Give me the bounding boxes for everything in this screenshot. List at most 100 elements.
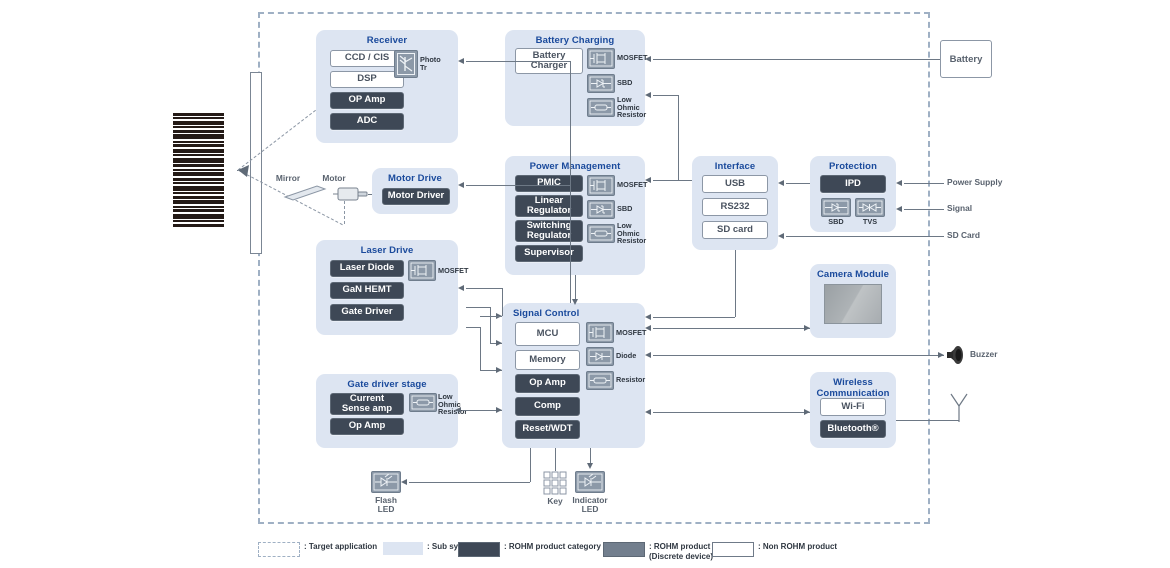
mosfet-icon[interactable] bbox=[587, 48, 615, 69]
legend-swatch-discrete bbox=[603, 542, 645, 557]
interface-item-usb[interactable]: USB bbox=[702, 175, 768, 193]
gate-driver-item-op-amp[interactable]: Op Amp bbox=[330, 418, 404, 435]
tvs-icon[interactable] bbox=[855, 198, 885, 217]
resistor-icon[interactable] bbox=[587, 98, 615, 117]
line-signal bbox=[904, 209, 944, 210]
battery-box[interactable]: Battery bbox=[940, 40, 992, 78]
line-sc-flash-horiz bbox=[409, 482, 530, 483]
linear-regulator-label: Linear Regulator bbox=[526, 194, 572, 216]
laser-drive-title: Laser Drive bbox=[360, 245, 414, 256]
key-icon[interactable] bbox=[543, 471, 567, 495]
line-battery-2 bbox=[653, 95, 678, 96]
indicator-led-icon[interactable] bbox=[575, 471, 605, 493]
mosfet-icon[interactable] bbox=[408, 260, 436, 281]
phototransistor-label: Photo Tr bbox=[420, 55, 441, 72]
line-pm-in bbox=[653, 180, 692, 181]
legend-swatch-sub bbox=[383, 542, 423, 555]
receiver-item-dsp[interactable]: DSP bbox=[330, 71, 404, 88]
wireless-item-bluetooth[interactable]: Bluetooth® bbox=[820, 420, 886, 438]
wireless-item-wifi[interactable]: Wi-Fi bbox=[820, 398, 886, 416]
line-laserdrive-vert bbox=[502, 288, 503, 316]
line-laserdrive-sc bbox=[480, 316, 502, 317]
camera-module-title: Camera Module bbox=[816, 269, 890, 280]
interface-item-rs232[interactable]: RS232 bbox=[702, 198, 768, 216]
line-interface-vert bbox=[735, 250, 736, 317]
arrow-interface-sc bbox=[645, 313, 651, 320]
current-sense-amp-label: Current Sense amp bbox=[341, 392, 393, 414]
block-motor-drive: Motor Drive Motor Driver bbox=[372, 168, 458, 214]
resistor-icon[interactable] bbox=[409, 393, 437, 412]
arrow-gatedriver-right bbox=[496, 406, 502, 413]
mirror-label: Mirror bbox=[275, 173, 301, 183]
motor-drive-item-motor-driver[interactable]: Motor Driver bbox=[382, 188, 450, 205]
pm-item-supervisor[interactable]: Supervisor bbox=[515, 245, 583, 262]
protection-title: Protection bbox=[829, 161, 877, 172]
signal-label: Signal bbox=[947, 203, 973, 213]
phototransistor-icon[interactable] bbox=[394, 50, 418, 78]
sc-item-memory[interactable]: Memory bbox=[515, 350, 580, 370]
line-powersupply bbox=[904, 183, 944, 184]
arrow-powersupply bbox=[896, 179, 902, 186]
block-receiver: Receiver CCD / CIS DSP OP Amp ADC Photo … bbox=[316, 30, 458, 143]
indicator-led-label: Indicator LED bbox=[572, 495, 608, 514]
sbd-icon[interactable] bbox=[821, 198, 851, 217]
laser-drive-item-gan-hemt[interactable]: GaN HEMT bbox=[330, 282, 404, 299]
line-sc-flash-vert bbox=[530, 448, 531, 482]
receiver-item-op-amp[interactable]: OP Amp bbox=[330, 92, 404, 109]
protection-item-ipd[interactable]: IPD bbox=[820, 175, 886, 193]
interface-title: Interface bbox=[714, 161, 756, 172]
diode-icon[interactable] bbox=[586, 347, 614, 366]
line-battery-2-vert bbox=[678, 95, 679, 180]
legend-label-target: : Target application bbox=[304, 542, 378, 551]
resistor-icon[interactable] bbox=[586, 371, 614, 390]
block-gate-driver-stage: Gate driver stage Current Sense amp Op A… bbox=[316, 374, 467, 448]
signal-control-title: Signal Control bbox=[513, 308, 580, 319]
arrow-sc-wireless-left bbox=[645, 408, 651, 415]
laser-drive-item-laser-diode[interactable]: Laser Diode bbox=[330, 260, 404, 277]
arrow-motordrive-in bbox=[458, 181, 464, 188]
bc-resistor-label: Low Ohmic Resistor bbox=[617, 95, 647, 120]
sc-item-reset-wdt[interactable]: Reset/WDT bbox=[515, 420, 580, 439]
arrow-laserdrive-sc2 bbox=[496, 339, 502, 346]
bc-mosfet-label: MOSFET bbox=[617, 53, 648, 62]
receiver-title: Receiver bbox=[366, 35, 408, 46]
arrow-sc-camera-right bbox=[804, 324, 810, 331]
line-sc-buzzer bbox=[653, 355, 944, 356]
gate-driver-item-current-sense-amp[interactable]: Current Sense amp bbox=[330, 393, 404, 415]
mosfet-icon[interactable] bbox=[587, 175, 615, 196]
receiver-item-adc[interactable]: ADC bbox=[330, 113, 404, 130]
battery-charging-title: Battery Charging bbox=[535, 35, 615, 46]
sc-item-op-amp[interactable]: Op Amp bbox=[515, 374, 580, 393]
line-protection-interface bbox=[786, 183, 810, 184]
flash-led-icon[interactable] bbox=[371, 471, 401, 493]
arrow-laserdrive-in bbox=[458, 284, 464, 291]
pm-item-pmic[interactable]: PMIC bbox=[515, 175, 583, 192]
motor-icon bbox=[333, 187, 368, 201]
pm-item-switching-regulator[interactable]: Switching Regulator bbox=[515, 220, 583, 242]
pm-item-linear-regulator[interactable]: Linear Regulator bbox=[515, 195, 583, 217]
arrow-sc-buzzer-right bbox=[938, 351, 944, 358]
gate-driver-resistor-label: Low Ohmic Resistor bbox=[438, 392, 468, 417]
sc-item-mcu[interactable]: MCU bbox=[515, 322, 580, 346]
arrow-battery-2 bbox=[645, 91, 651, 98]
line-laserdrive-in bbox=[466, 288, 502, 289]
sbd-icon[interactable] bbox=[587, 200, 615, 219]
block-power-management: Power Management PMIC Linear Regulator S… bbox=[505, 156, 647, 275]
line-receiver-in bbox=[466, 61, 570, 62]
interface-item-sd-card[interactable]: SD card bbox=[702, 221, 768, 239]
receiver-item-ccd-cis[interactable]: CCD / CIS bbox=[330, 50, 404, 67]
legend-swatch-target bbox=[258, 542, 300, 557]
block-camera-module: Camera Module bbox=[810, 264, 896, 338]
line-sc-camera bbox=[653, 328, 810, 329]
sbd-icon[interactable] bbox=[587, 74, 615, 93]
buzzer-label: Buzzer bbox=[970, 349, 998, 359]
buzzer-icon bbox=[947, 346, 963, 364]
power-management-title: Power Management bbox=[529, 161, 621, 172]
power-supply-label: Power Supply bbox=[947, 177, 1003, 187]
sc-item-comp[interactable]: Comp bbox=[515, 397, 580, 416]
mosfet-icon[interactable] bbox=[586, 322, 614, 343]
line-key-sc bbox=[555, 448, 556, 471]
resistor-icon[interactable] bbox=[587, 224, 615, 243]
arrow-indicator-led bbox=[586, 463, 593, 469]
laser-drive-item-gate-driver[interactable]: Gate Driver bbox=[330, 304, 404, 321]
